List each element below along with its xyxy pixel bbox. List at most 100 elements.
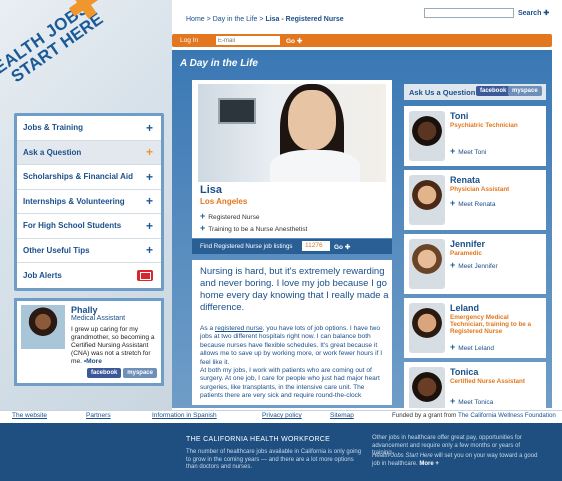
person-photo — [409, 303, 445, 353]
role-text: Registered Nurse — [208, 214, 260, 221]
nav-label: Other Useful Tips — [23, 245, 90, 255]
zip-input[interactable]: 11276 — [302, 241, 330, 251]
profile-name: Lisa — [200, 184, 223, 196]
more-link[interactable]: •More — [84, 358, 102, 365]
person-card-leland[interactable]: Leland Emergency Medical Technician, tra… — [404, 298, 546, 358]
search-button[interactable]: Search ✚ — [518, 9, 549, 17]
page-title: A Day in the Life — [180, 58, 258, 69]
footer-link-website[interactable]: The website — [12, 412, 47, 419]
foundation-link[interactable]: The California Wellness Foundation — [458, 412, 556, 419]
main-nav: Jobs & Training + Ask a Question + Scholar… — [14, 113, 164, 291]
footer-link-sitemap[interactable]: Sitemap — [330, 412, 354, 419]
breadcrumb-separator: > — [259, 16, 264, 23]
footer-link-privacy[interactable]: Privacy policy — [262, 412, 302, 419]
person-card-tonica[interactable]: Tonica Certified Nurse Assistant + Meet T… — [404, 362, 546, 408]
story-panel: Nursing is hard, but it's extremely rewa… — [192, 260, 392, 405]
plus-icon: + — [450, 146, 456, 156]
plus-icon: + — [145, 243, 153, 258]
person-name: Leland — [450, 303, 480, 313]
plus-icon: + — [145, 194, 153, 209]
story-paragraph: As a registered nurse, you have lots of … — [200, 325, 388, 367]
plus-icon: + — [450, 260, 456, 270]
breadcrumb-current: Lisa - Registered Nurse — [265, 16, 344, 23]
myspace-button[interactable]: myspace — [508, 86, 542, 96]
facebook-button[interactable]: facebook — [476, 86, 511, 96]
email-field[interactable] — [216, 36, 280, 45]
social-buttons: facebook myspace — [87, 368, 157, 378]
nav-label: For High School Students — [23, 221, 122, 231]
meet-link[interactable]: + Meet Renata — [450, 198, 495, 208]
person-card-jennifer[interactable]: Jennifer Paramedic + Meet Jennifer — [404, 234, 546, 294]
role-text: Training to be a Nurse Anesthetist — [208, 226, 308, 233]
go-label: Go — [286, 38, 296, 45]
plus-icon: + — [200, 223, 206, 233]
person-role: Psychiatric Technician — [450, 122, 518, 129]
person-card-toni[interactable]: Toni Psychiatric Technician + Meet Toni — [404, 106, 546, 166]
login-go-button[interactable]: Go ✚ — [286, 37, 302, 45]
nav-item-jobs-training[interactable]: Jobs & Training + — [17, 116, 161, 141]
nav-item-internships[interactable]: Internships & Volunteering + — [17, 190, 161, 214]
nav-item-ask-question[interactable]: Ask a Question + — [17, 140, 161, 165]
footer-right-paragraph-2: Health Jobs Start Here will set you on y… — [372, 453, 542, 468]
site-name: Health Jobs Start Here — [372, 453, 433, 459]
nav-label: Jobs & Training — [23, 123, 84, 133]
person-name: Jennifer — [450, 239, 486, 249]
breadcrumb-separator: > — [206, 16, 211, 23]
coat-shape — [270, 150, 360, 182]
person-photo — [409, 175, 445, 225]
plus-icon: + — [450, 198, 456, 208]
meet-link[interactable]: + Meet Tonica — [450, 396, 493, 406]
footer-link-partners[interactable]: Partners — [86, 412, 111, 419]
nav-label: Internships & Volunteering — [23, 196, 125, 206]
go-label: Go — [334, 244, 344, 251]
nav-item-job-alerts[interactable]: Job Alerts — [17, 263, 161, 288]
nav-item-scholarships[interactable]: Scholarships & Financial Aid + — [17, 165, 161, 190]
breadcrumb-home[interactable]: Home — [186, 16, 205, 23]
nav-item-high-school[interactable]: For High School Students + — [17, 214, 161, 239]
plus-icon: + — [145, 145, 153, 160]
nav-item-useful-tips[interactable]: Other Useful Tips + — [17, 239, 161, 263]
plus-icon: + — [145, 120, 153, 135]
registered-nurse-link[interactable]: registered nurse — [215, 325, 263, 332]
profile-location: Los Angeles — [200, 197, 248, 206]
meet-link[interactable]: + Meet Leland — [450, 342, 494, 352]
meet-label: Meet Tonica — [458, 399, 494, 406]
job-go-button[interactable]: Go ✚ — [334, 243, 350, 251]
more-link[interactable]: More + — [419, 461, 439, 467]
ask-title: Ask Us a Question — [409, 88, 476, 97]
search-input[interactable] — [424, 8, 514, 18]
para-text: As a — [200, 325, 216, 332]
profile-quote: I grew up caring for my grandmother, so … — [71, 326, 161, 366]
person-role: Physician Assistant — [450, 186, 510, 193]
nav-label: Scholarships & Financial Aid — [23, 172, 133, 182]
footer-link-spanish[interactable]: Information in Spanish — [152, 412, 217, 419]
meet-label: Meet Renata — [458, 201, 496, 208]
person-name: Tonica — [450, 367, 479, 377]
person-name: Renata — [450, 175, 481, 185]
monitor-image — [218, 98, 256, 124]
profile-name: Phally — [71, 305, 98, 315]
footer-paragraph: The number of healthcare jobs available … — [186, 449, 362, 470]
lisa-photo — [198, 84, 386, 182]
nav-label: Ask a Question — [23, 147, 82, 157]
profile-photo — [21, 305, 65, 349]
search-label: Search — [518, 10, 542, 17]
meet-label: Meet Leland — [458, 345, 495, 352]
meet-link[interactable]: + Meet Toni — [450, 146, 486, 156]
plus-icon: + — [145, 218, 153, 233]
plus-icon: + — [450, 342, 456, 352]
meet-link[interactable]: + Meet Jennifer — [450, 260, 498, 270]
profile-card: Lisa Los Angeles + Registered Nurse + Trai… — [192, 80, 392, 238]
person-name: Toni — [450, 111, 469, 121]
job-listing-label: Find Registered Nurse job listings — [200, 243, 293, 250]
plus-icon: ✚ — [344, 244, 351, 251]
breadcrumb-section[interactable]: Day in the Life — [213, 16, 258, 23]
plus-icon: + — [450, 396, 456, 406]
myspace-button[interactable]: myspace — [123, 368, 157, 378]
plus-icon: + — [145, 169, 153, 184]
footer-heading: THE CALIFORNIA HEALTH WORKFORCE — [186, 436, 331, 443]
person-role: Paramedic — [450, 250, 482, 257]
person-card-renata[interactable]: Renata Physician Assistant + Meet Renata — [404, 170, 546, 230]
nav-label: Job Alerts — [23, 270, 62, 280]
facebook-button[interactable]: facebook — [87, 368, 122, 378]
